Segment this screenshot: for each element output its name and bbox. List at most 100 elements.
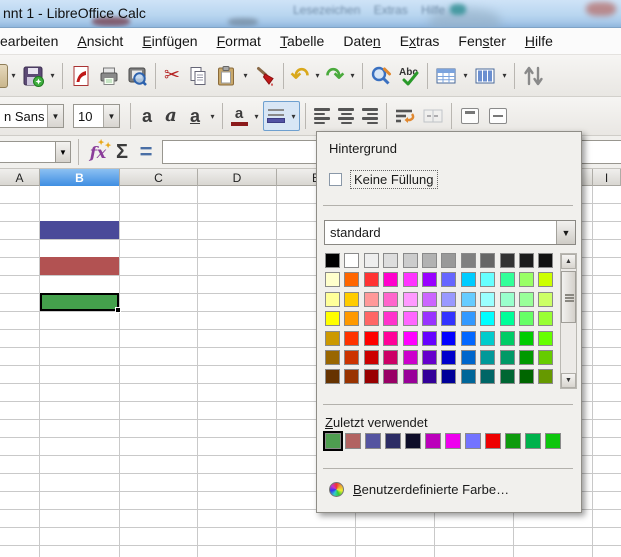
no-fill-checkbox[interactable] — [329, 173, 342, 186]
print-preview-button[interactable] — [123, 61, 151, 91]
palette-swatch[interactable] — [325, 369, 340, 384]
sort-button[interactable] — [519, 61, 547, 91]
recent-color-swatch[interactable] — [325, 433, 341, 449]
palette-swatch[interactable] — [441, 311, 456, 326]
recent-color-swatch[interactable] — [425, 433, 441, 449]
find-replace-button[interactable] — [367, 61, 395, 91]
recent-color-swatch[interactable] — [385, 433, 401, 449]
insert-columns-button[interactable] — [471, 61, 499, 91]
function-wizard-button[interactable]: fx✦✦ — [86, 137, 110, 167]
palette-swatch[interactable] — [383, 311, 398, 326]
palette-swatch[interactable] — [500, 311, 515, 326]
palette-swatch[interactable] — [538, 253, 553, 268]
palette-swatch[interactable] — [480, 331, 495, 346]
open-icon[interactable] — [0, 64, 8, 88]
open-dropdown-arrow[interactable]: ▾ — [8, 61, 19, 91]
palette-swatch[interactable] — [538, 311, 553, 326]
title-bar[interactable]: Lesezeichen Extras Hilfe nnt 1 - LibreOf… — [0, 0, 621, 28]
font-name-combobox[interactable]: n Sans ▼ — [0, 104, 64, 128]
custom-color-button[interactable]: Benutzerdefinierte Farbe… — [329, 482, 509, 497]
scroll-down-arrow[interactable]: ▼ — [561, 373, 576, 388]
menu-item-hilfe[interactable]: Hilfe — [515, 30, 563, 52]
palette-swatch[interactable] — [441, 292, 456, 307]
paste-dropdown-arrow[interactable]: ▾ — [240, 61, 251, 91]
palette-swatch[interactable] — [383, 369, 398, 384]
palette-swatch[interactable] — [403, 272, 418, 287]
palette-swatch[interactable] — [383, 272, 398, 287]
palette-swatch[interactable] — [461, 311, 476, 326]
palette-swatch[interactable] — [461, 253, 476, 268]
menu-item-daten[interactable]: Daten — [333, 30, 390, 52]
menu-item-einfgen[interactable]: Einfügen — [132, 30, 207, 52]
palette-swatch[interactable] — [364, 331, 379, 346]
palette-swatch[interactable] — [344, 350, 359, 365]
palette-swatch[interactable] — [461, 272, 476, 287]
palette-swatch[interactable] — [500, 369, 515, 384]
palette-dropdown-arrow[interactable]: ▼ — [556, 221, 575, 244]
column-header-A[interactable]: A — [0, 169, 40, 186]
palette-swatch[interactable] — [480, 369, 495, 384]
menu-item-earbeiten[interactable]: earbeiten — [0, 30, 68, 52]
palette-swatch[interactable] — [461, 331, 476, 346]
palette-swatch[interactable] — [480, 272, 495, 287]
filled-cell-B4[interactable] — [40, 257, 119, 275]
palette-swatch[interactable] — [364, 350, 379, 365]
font-size-combobox[interactable]: 10 ▼ — [73, 104, 120, 128]
underline-dropdown-arrow[interactable]: ▾ — [207, 101, 218, 131]
recent-color-swatch[interactable] — [545, 433, 561, 449]
palette-swatch[interactable] — [480, 253, 495, 268]
palette-swatch[interactable] — [325, 253, 340, 268]
palette-swatch[interactable] — [344, 292, 359, 307]
menu-item-extras[interactable]: Extras — [390, 30, 450, 52]
align-center-vertically-button[interactable] — [484, 101, 512, 131]
palette-swatch[interactable] — [422, 292, 437, 307]
name-box-dropdown-arrow[interactable]: ▼ — [56, 141, 71, 163]
palette-swatch[interactable] — [344, 331, 359, 346]
palette-swatch[interactable] — [519, 331, 534, 346]
column-header-C[interactable]: C — [120, 169, 198, 186]
palette-swatch[interactable] — [519, 311, 534, 326]
palette-swatch[interactable] — [422, 253, 437, 268]
menu-item-fenster[interactable]: Fenster — [448, 30, 515, 52]
palette-swatch[interactable] — [480, 311, 495, 326]
palette-swatch[interactable] — [325, 331, 340, 346]
recent-color-swatch[interactable] — [445, 433, 461, 449]
palette-swatch[interactable] — [441, 350, 456, 365]
palette-swatch[interactable] — [441, 369, 456, 384]
clone-formatting-button[interactable] — [251, 61, 279, 91]
font-color-button[interactable]: a — [227, 101, 251, 131]
palette-swatch[interactable] — [422, 350, 437, 365]
palette-swatch[interactable] — [461, 369, 476, 384]
palette-swatch[interactable] — [403, 350, 418, 365]
redo-button[interactable]: ↷ — [323, 61, 347, 91]
palette-swatch[interactable] — [519, 350, 534, 365]
no-fill-option[interactable]: Keine Füllung — [329, 170, 438, 189]
palette-swatch[interactable] — [403, 311, 418, 326]
scrollbar-thumb[interactable] — [561, 271, 576, 323]
palette-swatch[interactable] — [364, 253, 379, 268]
palette-swatch[interactable] — [325, 350, 340, 365]
palette-swatch[interactable] — [383, 350, 398, 365]
palette-swatch[interactable] — [500, 331, 515, 346]
palette-swatch[interactable] — [403, 292, 418, 307]
palette-swatch[interactable] — [383, 292, 398, 307]
palette-swatch[interactable] — [344, 369, 359, 384]
menu-item-tabelle[interactable]: Tabelle — [270, 30, 334, 52]
palette-scrollbar[interactable]: ▲ ▼ — [560, 253, 577, 389]
wrap-text-button[interactable] — [391, 101, 419, 131]
recent-color-swatch[interactable] — [345, 433, 361, 449]
palette-swatch[interactable] — [519, 272, 534, 287]
palette-swatch[interactable] — [422, 311, 437, 326]
save-dropdown-arrow[interactable]: ▾ — [47, 61, 58, 91]
palette-swatch[interactable] — [344, 253, 359, 268]
align-right-button[interactable] — [358, 101, 382, 131]
palette-swatch[interactable] — [422, 369, 437, 384]
palette-swatch[interactable] — [422, 331, 437, 346]
copy-button[interactable] — [184, 61, 212, 91]
filled-cell-B2[interactable] — [40, 221, 119, 239]
palette-swatch[interactable] — [364, 369, 379, 384]
palette-swatch[interactable] — [383, 253, 398, 268]
palette-swatch[interactable] — [519, 253, 534, 268]
palette-swatch[interactable] — [383, 331, 398, 346]
palette-swatch[interactable] — [422, 272, 437, 287]
